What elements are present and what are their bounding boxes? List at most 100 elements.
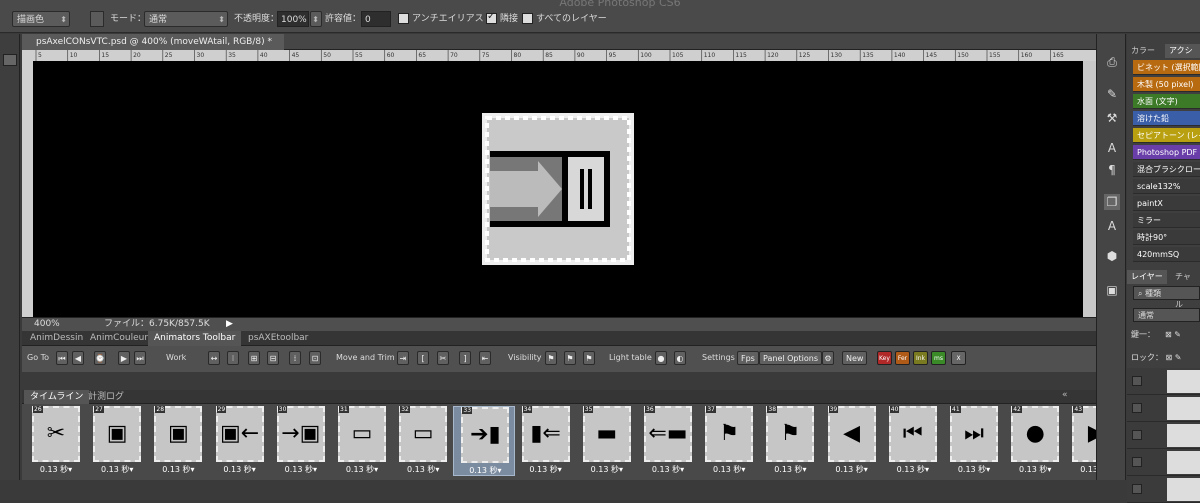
- action-item[interactable]: 水面 (文字): [1133, 94, 1200, 109]
- history-icon[interactable]: ⎙: [1104, 54, 1120, 70]
- visibility-3-button[interactable]: ⚑: [583, 351, 595, 365]
- frame-delay-dropdown[interactable]: 0.13 秒▾: [454, 465, 516, 476]
- paragraph-icon[interactable]: ¶: [1104, 162, 1120, 178]
- frame-delay-dropdown[interactable]: 0.13 秒▾: [759, 464, 821, 475]
- timeline-frame[interactable]: ▭ 32 0.13 秒▾: [392, 406, 454, 476]
- trim-start-button[interactable]: ⇥: [397, 351, 409, 365]
- layer-row[interactable]: [1127, 476, 1200, 503]
- character-icon[interactable]: A: [1104, 140, 1120, 156]
- frame-delay-dropdown[interactable]: 0.13 秒▾: [943, 464, 1005, 475]
- action-item[interactable]: ミラー: [1133, 213, 1200, 228]
- action-item[interactable]: Photoshop PDF: [1133, 145, 1200, 160]
- panel-collapse-icon[interactable]: «: [1062, 390, 1068, 400]
- action-item[interactable]: 時計90°: [1133, 230, 1200, 245]
- character-styles-icon[interactable]: A: [1104, 218, 1120, 234]
- work-tool-1-button[interactable]: ↔: [208, 351, 220, 365]
- layer-visibility-checkbox[interactable]: [1132, 484, 1142, 494]
- all-layers-checkbox[interactable]: [522, 13, 533, 24]
- panel-options-button[interactable]: Panel Options: [759, 351, 822, 365]
- timeline-frame[interactable]: ⚑ 37 0.13 秒▾: [698, 406, 760, 476]
- frame-delay-dropdown[interactable]: 0.13 秒▾: [392, 464, 454, 475]
- layer-filter-dropdown[interactable]: ⌕ 種類: [1133, 286, 1200, 300]
- color-fer-button[interactable]: Fer: [895, 351, 910, 365]
- color-ms-button[interactable]: ms: [931, 351, 946, 365]
- color-key-button[interactable]: Key: [877, 351, 892, 365]
- tab-actions[interactable]: アクション: [1165, 44, 1200, 69]
- timeline-frame[interactable]: ▬ 35 0.13 秒▾: [576, 406, 638, 476]
- work-tool-6-button[interactable]: ⊡: [309, 351, 321, 365]
- clone-source-icon[interactable]: ❐: [1104, 194, 1120, 210]
- cut-scissors-button[interactable]: ✂: [437, 351, 449, 365]
- timeline-frame[interactable]: ◀ 39 0.13 秒▾: [821, 406, 883, 476]
- timeline-frame[interactable]: ➔▮ 33 0.13 秒▾: [453, 406, 516, 476]
- frame-delay-dropdown[interactable]: 0.13 秒▾: [882, 464, 944, 475]
- onion-button[interactable]: ⌚: [94, 351, 106, 365]
- layer-row[interactable]: [1127, 395, 1200, 422]
- trim-end-button[interactable]: ⇤: [479, 351, 491, 365]
- fps-button[interactable]: Fps: [737, 351, 759, 365]
- brush-icon[interactable]: ✎: [1104, 86, 1120, 102]
- timeline-frame[interactable]: ✂ 26 0.13 秒▾: [25, 406, 87, 476]
- frame-delay-dropdown[interactable]: 0.13 秒▾: [515, 464, 577, 475]
- timeline-frame[interactable]: ⏮ 40 0.13 秒▾: [882, 406, 944, 476]
- tab-animdessin[interactable]: AnimDessin: [24, 331, 89, 346]
- zoom-level[interactable]: 400%: [34, 318, 60, 331]
- settings-extra-button[interactable]: ⚙: [822, 351, 834, 365]
- goto-last-button[interactable]: ⏭: [134, 351, 146, 365]
- frame-delay-dropdown[interactable]: 0.13 秒▾: [147, 464, 209, 475]
- contiguous-checkbox[interactable]: ✓: [486, 11, 497, 24]
- light-options-button[interactable]: ◐: [674, 351, 686, 365]
- ruler-vertical[interactable]: [22, 61, 33, 317]
- notes-icon[interactable]: ▣: [1104, 282, 1120, 298]
- goto-first-button[interactable]: ⏮: [56, 351, 68, 365]
- document-tab[interactable]: psAxelCONsVTC.psd @ 400% (moveWAtail, RG…: [22, 34, 284, 50]
- frame-delay-dropdown[interactable]: 0.13 秒▾: [86, 464, 148, 475]
- layer-row[interactable]: [1127, 368, 1200, 395]
- layer-visibility-checkbox[interactable]: [1132, 376, 1142, 386]
- anti-alias-checkbox[interactable]: [398, 13, 409, 24]
- goto-next-frame-button[interactable]: ▶: [118, 351, 130, 365]
- action-item[interactable]: 420mmSQ: [1133, 247, 1200, 262]
- layer-row[interactable]: [1127, 449, 1200, 476]
- frame-delay-dropdown[interactable]: 0.13 秒▾: [698, 464, 760, 475]
- timeline-frame[interactable]: ▣ 27 0.13 秒▾: [86, 406, 148, 476]
- timeline-frame[interactable]: ▣← 29 0.13 秒▾: [209, 406, 271, 476]
- timeline-frame[interactable]: ● 42 0.13 秒▾: [1004, 406, 1066, 476]
- work-tool-2-button[interactable]: ⁝: [227, 351, 239, 365]
- goto-prev-button[interactable]: ◀: [72, 351, 84, 365]
- trim-bracket-close-button[interactable]: ]: [459, 351, 471, 365]
- tab-layers[interactable]: レイヤー: [1127, 270, 1167, 284]
- status-menu-arrow-icon[interactable]: ▶: [226, 318, 233, 331]
- mode-dropdown[interactable]: 通常: [144, 11, 228, 28]
- timeline-frame[interactable]: ⏭ 41 0.13 秒▾: [943, 406, 1005, 476]
- frame-delay-dropdown[interactable]: 0.13 秒▾: [209, 464, 271, 475]
- canvas-scrollbar[interactable]: [1083, 61, 1096, 317]
- opacity-input[interactable]: 100%: [277, 11, 309, 27]
- tab-measurement-log[interactable]: 計測ログ: [82, 390, 130, 404]
- timeline-frame[interactable]: →▣ 30 0.13 秒▾: [270, 406, 332, 476]
- tool-presets-icon[interactable]: ⚒: [1104, 110, 1120, 126]
- tool-preset-dropdown[interactable]: 描画色: [12, 11, 70, 28]
- trim-bracket-open-button[interactable]: [: [417, 351, 429, 365]
- frame-delay-dropdown[interactable]: 0.13 秒▾: [637, 464, 699, 475]
- tab-animcouleur[interactable]: AnimCouleur: [84, 331, 154, 346]
- tab-psaxetoolbar[interactable]: psAXEtoolbar: [242, 331, 314, 346]
- work-tool-5-button[interactable]: ⁞: [289, 351, 301, 365]
- visibility-2-button[interactable]: ⚑: [564, 351, 576, 365]
- action-item[interactable]: セピアトーン (レイヤー): [1133, 128, 1200, 143]
- frame-delay-dropdown[interactable]: 0.13 秒▾: [576, 464, 638, 475]
- timeline-frame[interactable]: ▭ 31 0.13 秒▾: [331, 406, 393, 476]
- frame-delay-dropdown[interactable]: 0.13 秒▾: [821, 464, 883, 475]
- new-button[interactable]: New: [842, 351, 868, 365]
- action-item[interactable]: 木製 (50 pixel): [1133, 77, 1200, 92]
- color-clear-button[interactable]: X: [951, 351, 966, 365]
- 3d-icon[interactable]: ⬢: [1104, 248, 1120, 264]
- action-item[interactable]: 溶けた鉛: [1133, 111, 1200, 126]
- timeline-frame[interactable]: ▣ 28 0.13 秒▾: [147, 406, 209, 476]
- frame-delay-dropdown[interactable]: 0.13 秒▾: [1004, 464, 1066, 475]
- frame-delay-dropdown[interactable]: 0.13 秒▾: [270, 464, 332, 475]
- opacity-slider-toggle[interactable]: [310, 11, 322, 28]
- timeline-frame[interactable]: ⚑ 38 0.13 秒▾: [759, 406, 821, 476]
- action-item[interactable]: ビネット (選択範囲): [1133, 60, 1200, 75]
- work-tool-4-button[interactable]: ⊟: [267, 351, 279, 365]
